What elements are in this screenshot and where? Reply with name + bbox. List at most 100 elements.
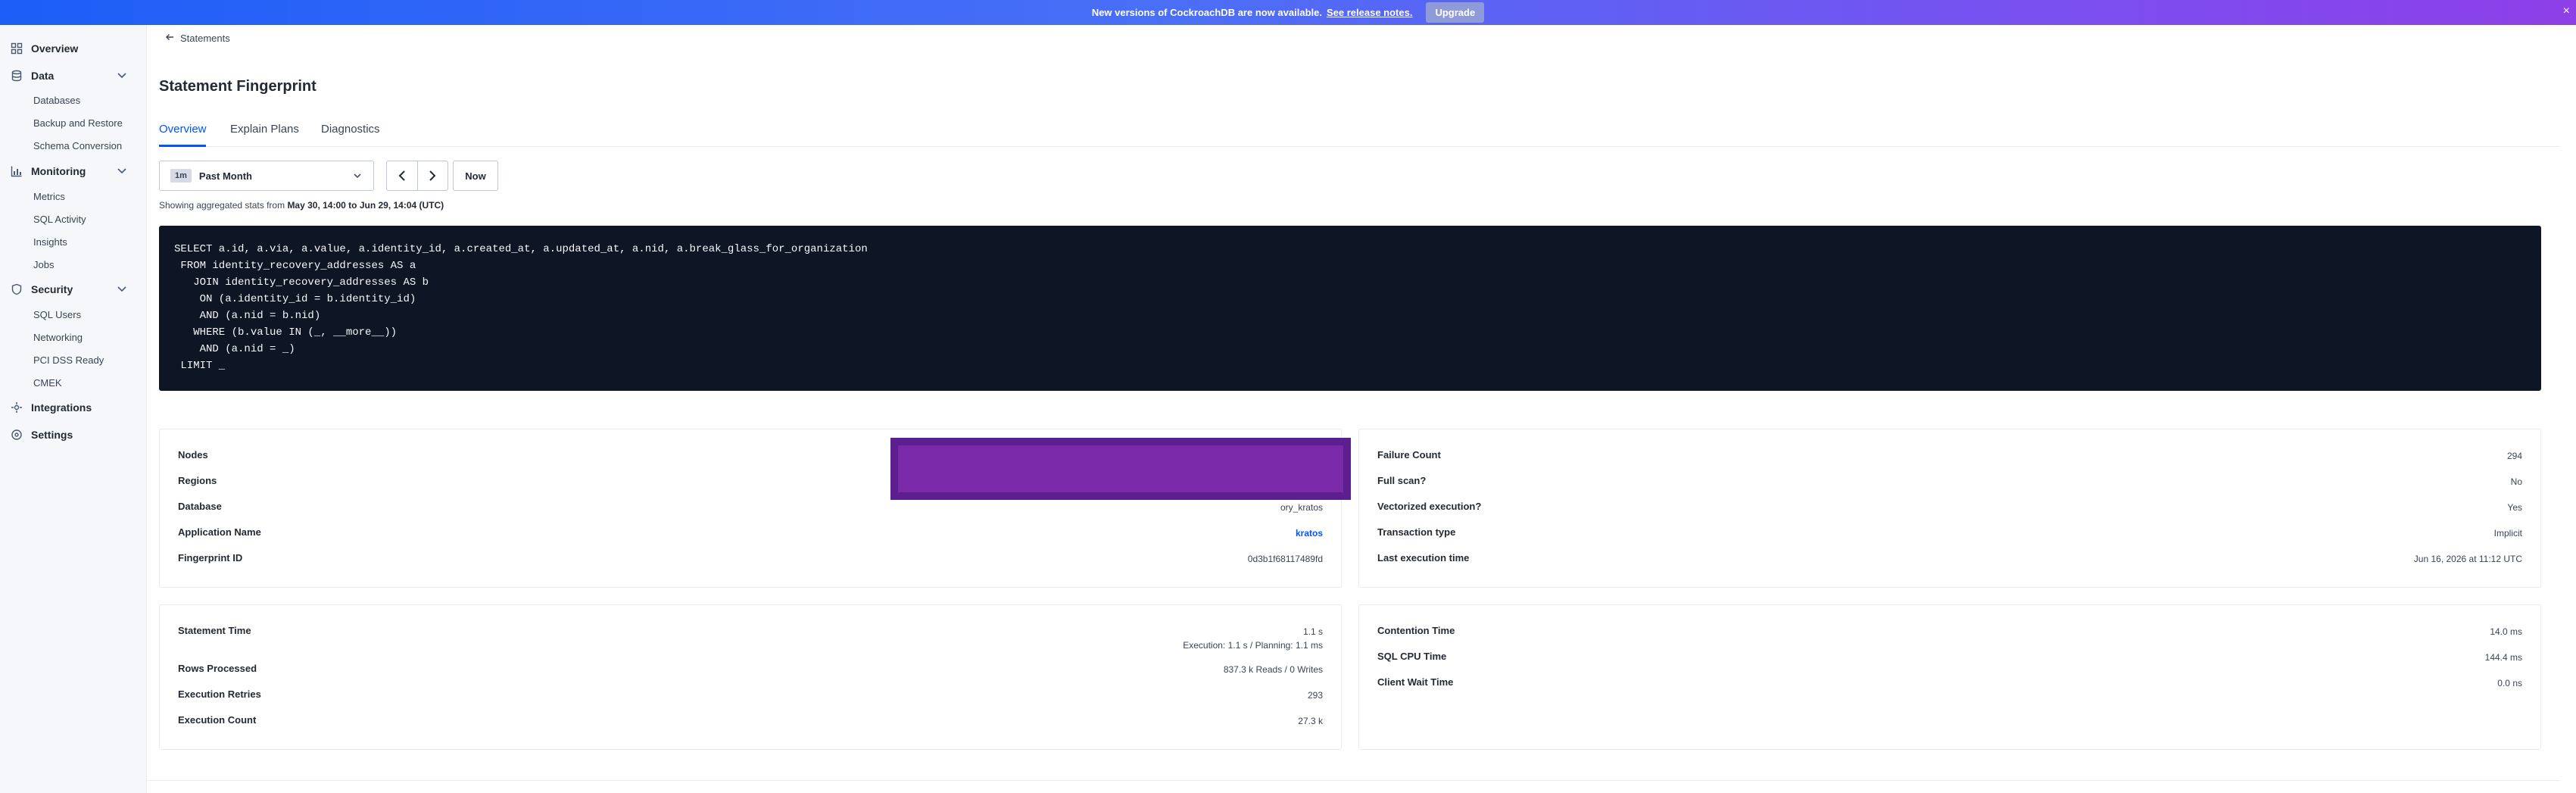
- detail-row-application-name: Application Name: [178, 526, 261, 538]
- detail-row-nodes: Nodes: [178, 449, 208, 461]
- sidebar-item-cmek[interactable]: CMEK: [33, 374, 62, 391]
- contention-time-value: 14.0 ms: [2490, 626, 2522, 637]
- detail-row-transaction-type: Transaction type: [1377, 526, 1456, 538]
- chevron-left-icon: [398, 170, 405, 181]
- range-value: May 30, 14:00 to Jun 29, 14:04 (UTC): [287, 200, 444, 211]
- sql-line: AND (a.nid = _): [174, 343, 295, 355]
- detail-row-failure-count: Failure Count: [1377, 449, 1441, 461]
- detail-row-regions: Regions: [178, 475, 217, 486]
- chevron-down-icon[interactable]: [117, 283, 127, 296]
- sql-statement-block: SELECT a.id, a.via, a.value, a.identity_…: [159, 226, 2541, 391]
- database-icon: [10, 69, 23, 83]
- chart-icon: [10, 164, 23, 178]
- stats-panel-right: Contention Time 14.0 ms SQL CPU Time 144…: [1358, 604, 2541, 750]
- detail-row-database: Database: [178, 501, 222, 512]
- application-name-link[interactable]: kratos: [1296, 528, 1323, 539]
- close-icon[interactable]: ×: [2563, 5, 2570, 18]
- sql-line: AND (a.nid = b.nid): [174, 310, 321, 322]
- rows-processed-value: 837.3 k Reads / 0 Writes: [1223, 664, 1323, 675]
- active-tab-indicator: [159, 145, 206, 147]
- vectorized-value: Yes: [2507, 502, 2522, 513]
- statement-time-breakdown: Execution: 1.1 s / Planning: 1.1 ms: [1183, 640, 1323, 651]
- gear-icon: [10, 428, 23, 442]
- sidebar-item-label: Settings: [31, 429, 73, 441]
- failure-count-value: 294: [2506, 451, 2522, 461]
- stat-row-contention-time: Contention Time: [1377, 625, 1455, 636]
- sidebar-item-settings[interactable]: Settings: [0, 424, 147, 445]
- full-scan-value: No: [2510, 476, 2522, 487]
- detail-row-last-execution: Last execution time: [1377, 552, 1470, 564]
- detail-row-full-scan: Full scan?: [1377, 475, 1427, 486]
- sidebar-item-sql-activity[interactable]: SQL Activity: [33, 211, 86, 227]
- sidebar-item-label: Data: [31, 70, 55, 82]
- shield-icon: [10, 283, 23, 296]
- tab-diagnostics[interactable]: Diagnostics: [321, 123, 380, 136]
- tab-overview[interactable]: Overview: [159, 123, 207, 136]
- sidebar-item-overview[interactable]: Overview: [0, 38, 147, 59]
- tab-bar: Overview Explain Plans Diagnostics: [159, 114, 2559, 147]
- sql-line: WHERE (b.value IN (_, __more__)): [174, 326, 398, 339]
- details-panel-right: Failure Count 294 Full scan? No Vectoriz…: [1358, 429, 2541, 588]
- tab-explain-plans[interactable]: Explain Plans: [230, 123, 299, 136]
- sidebar-item-monitoring[interactable]: Monitoring: [0, 161, 147, 182]
- time-step-buttons: [386, 161, 448, 191]
- now-button[interactable]: Now: [453, 161, 498, 191]
- execution-retries-value: 293: [1307, 690, 1323, 701]
- stat-row-client-wait-time: Client Wait Time: [1377, 676, 1454, 688]
- sidebar-item-networking[interactable]: Networking: [33, 329, 83, 345]
- statement-time-value: 1.1 s: [1302, 626, 1323, 637]
- upgrade-banner: New versions of CockroachDB are now avai…: [0, 0, 2576, 25]
- detail-row-fingerprint-id: Fingerprint ID: [178, 552, 243, 564]
- sidebar-item-data[interactable]: Data: [0, 65, 147, 86]
- integrations-icon: [10, 401, 23, 414]
- sidebar-item-label: Overview: [31, 42, 79, 55]
- time-range-badge: 1m: [170, 169, 192, 183]
- sql-line: JOIN identity_recovery_addresses AS b: [174, 276, 429, 289]
- stat-row-rows-processed: Rows Processed: [178, 663, 257, 674]
- sql-line: LIMIT _: [174, 360, 226, 372]
- detail-row-vectorized: Vectorized execution?: [1377, 501, 1482, 512]
- range-prefix: Showing aggregated stats from: [159, 200, 288, 211]
- redacted-overlay: [890, 438, 1351, 500]
- stats-panel-left: Statement Time 1.1 s Execution: 1.1 s / …: [159, 604, 1342, 750]
- sql-line: FROM identity_recovery_addresses AS a: [174, 260, 416, 272]
- breadcrumb-label: Statements: [180, 33, 230, 44]
- sidebar-item-jobs[interactable]: Jobs: [33, 256, 54, 273]
- fingerprint-id-value: 0d3b1f68117489fd: [1247, 554, 1323, 564]
- next-range-button[interactable]: [416, 161, 448, 190]
- sidebar-item-label: Security: [31, 283, 73, 295]
- transaction-type-value: Implicit: [2493, 528, 2522, 539]
- execution-count-value: 27.3 k: [1298, 716, 1323, 726]
- arrow-left-icon: [165, 33, 174, 44]
- chevron-down-icon[interactable]: [117, 165, 127, 178]
- last-execution-value: Jun 16, 2026 at 11:12 UTC: [2413, 554, 2522, 564]
- time-range-label: Past Month: [198, 170, 252, 182]
- sidebar-item-security[interactable]: Security: [0, 279, 147, 300]
- sql-line: SELECT a.id, a.via, a.value, a.identity_…: [174, 243, 868, 255]
- sidebar-item-label: Integrations: [31, 401, 92, 414]
- chevron-right-icon: [429, 170, 436, 181]
- breadcrumb[interactable]: Statements: [165, 33, 230, 44]
- release-notes-link[interactable]: See release notes.: [1327, 7, 1412, 18]
- page-title: Statement Fingerprint: [159, 78, 317, 95]
- stat-row-statement-time: Statement Time: [178, 625, 251, 636]
- stat-row-execution-count: Execution Count: [178, 714, 257, 726]
- sql-cpu-time-value: 144.4 ms: [2484, 652, 2522, 663]
- sql-line: ON (a.identity_id = b.identity_id): [174, 293, 416, 305]
- previous-range-button[interactable]: [387, 161, 417, 190]
- sidebar-item-integrations[interactable]: Integrations: [0, 397, 147, 418]
- stat-row-execution-retries: Execution Retries: [178, 688, 261, 700]
- banner-message: New versions of CockroachDB are now avai…: [1091, 7, 1322, 18]
- divider: [147, 780, 2559, 781]
- chevron-down-icon[interactable]: [117, 70, 127, 83]
- sidebar-item-sql-users[interactable]: SQL Users: [33, 306, 81, 323]
- sidebar-item-insights[interactable]: Insights: [33, 233, 67, 250]
- sidebar-item-schema-conversion[interactable]: Schema Conversion: [33, 137, 122, 154]
- sidebar-item-pci-dss-ready[interactable]: PCI DSS Ready: [33, 351, 104, 368]
- time-range-select[interactable]: 1m Past Month: [159, 161, 374, 191]
- sidebar-item-metrics[interactable]: Metrics: [33, 188, 65, 204]
- sidebar-item-databases[interactable]: Databases: [33, 92, 80, 108]
- upgrade-button[interactable]: Upgrade: [1426, 2, 1485, 23]
- chevron-down-icon: [352, 170, 363, 183]
- sidebar-item-backup-and-restore[interactable]: Backup and Restore: [33, 114, 123, 131]
